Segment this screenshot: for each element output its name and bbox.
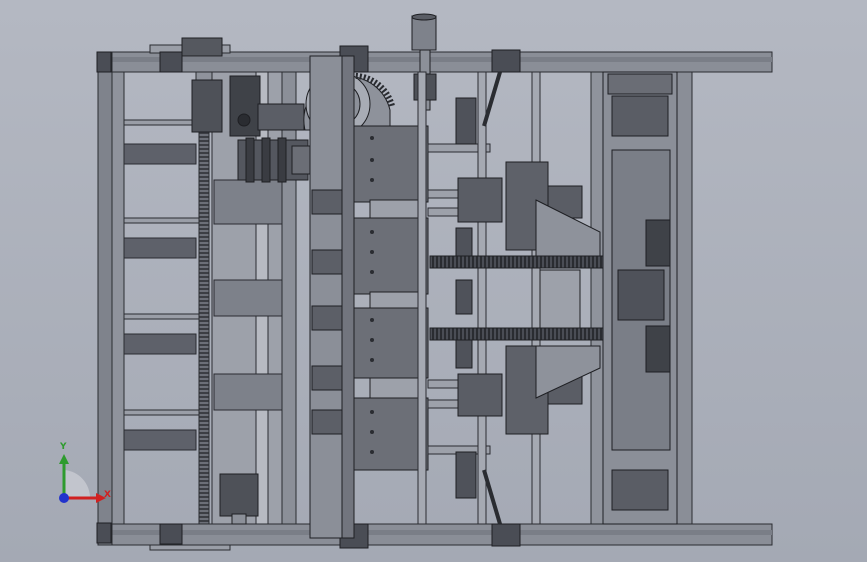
central-chassis[interactable] xyxy=(309,55,355,539)
triad-x-label: X xyxy=(104,490,111,500)
left-lead-screw[interactable] xyxy=(198,129,210,525)
triad-origin-z xyxy=(59,493,69,503)
bottom-left-motor[interactable] xyxy=(219,473,259,525)
axis-triad: Y X xyxy=(50,440,120,520)
cad-viewport[interactable]: Y X xyxy=(0,0,867,562)
right-housing[interactable] xyxy=(602,71,678,525)
triad-y-label: Y xyxy=(60,442,67,452)
frame-right-rail[interactable] xyxy=(676,71,693,525)
left-crossbars xyxy=(123,119,205,451)
guide-rods xyxy=(417,71,541,525)
stepper-block-stack[interactable] xyxy=(353,125,429,471)
assembly-model[interactable] xyxy=(0,0,867,562)
upper-gear-rack[interactable] xyxy=(429,255,627,269)
lower-gear-rack[interactable] xyxy=(429,327,627,341)
frame-right-inner-rail[interactable] xyxy=(590,71,604,525)
